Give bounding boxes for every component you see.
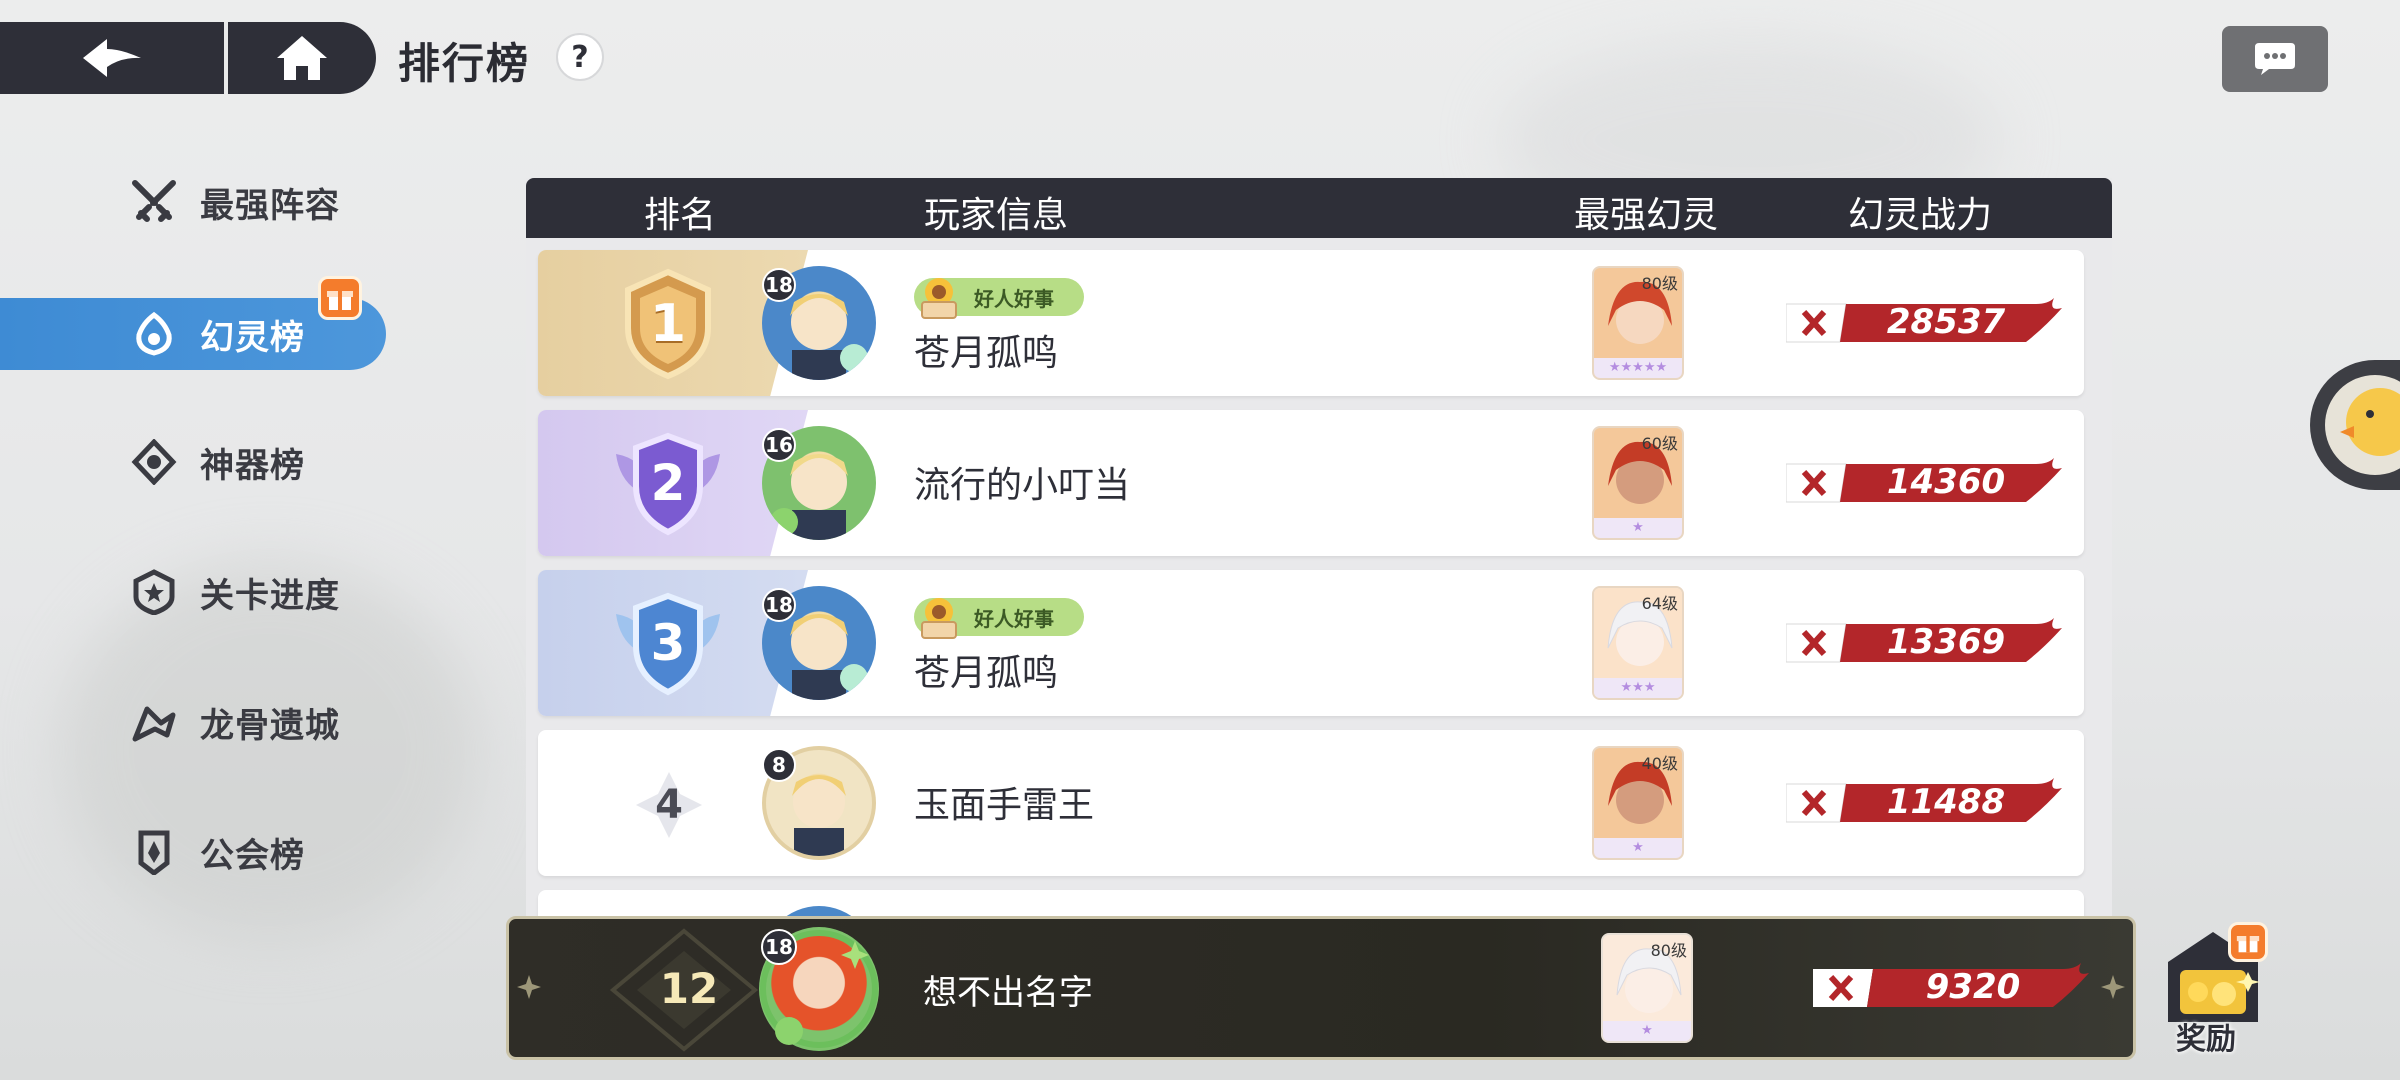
sidebar-item-spirit-ranking[interactable]: 幻灵榜 bbox=[0, 276, 386, 370]
sidebar-item-label: 公会榜 bbox=[200, 835, 305, 876]
spirit-stars: ★★★★★ bbox=[1594, 358, 1682, 378]
player-name: 流行的小叮当 bbox=[914, 465, 1131, 506]
my-level-badge: 18 bbox=[761, 929, 797, 965]
header-player-info: 玩家信息 bbox=[924, 195, 1069, 236]
chat-button[interactable] bbox=[2222, 26, 2328, 92]
sidebar-item-artifact-ranking[interactable]: 神器榜 bbox=[0, 426, 386, 498]
reward-label: 奖励 bbox=[2176, 1022, 2236, 1057]
spirit-stars: ★ bbox=[1594, 518, 1682, 538]
guild-banner-icon bbox=[128, 826, 180, 878]
top-navigation bbox=[0, 22, 376, 94]
header-strongest-spirit: 最强幻灵 bbox=[1574, 195, 1719, 236]
sidebar-item-label: 关卡进度 bbox=[200, 575, 340, 616]
spirit-level: 40级 bbox=[1641, 754, 1678, 773]
spirit-stars: ★ bbox=[1594, 838, 1682, 858]
table-row[interactable]: 4 8 玉面手雷王 40级 ★ 11488 bbox=[538, 730, 2084, 876]
rank-medal-gold: 1 bbox=[608, 264, 728, 384]
back-arrow-icon bbox=[83, 39, 141, 77]
rank-number: 1 bbox=[649, 294, 687, 354]
rank-plain: 4 bbox=[634, 770, 704, 840]
spirit-card[interactable]: 40级 ★ bbox=[1592, 746, 1684, 860]
sidebar-item-guild-ranking[interactable]: 公会榜 bbox=[0, 816, 386, 888]
help-button[interactable]: ? bbox=[556, 33, 604, 81]
spirit-card[interactable]: 80级 ★★★★★ bbox=[1592, 266, 1684, 380]
player-level-badge: 18 bbox=[762, 588, 796, 622]
title-tag-text: 好人好事 bbox=[974, 606, 1054, 631]
spirit-icon bbox=[128, 308, 180, 360]
power-banner: 14360 bbox=[1785, 458, 2066, 508]
power-banner: 28537 bbox=[1785, 298, 2066, 348]
sidebar-item-strongest-lineup[interactable]: 最强阵容 bbox=[0, 166, 386, 238]
side-pet-button[interactable] bbox=[2310, 360, 2400, 490]
spirit-stars: ★ bbox=[1603, 1021, 1691, 1041]
spirit-level: 80级 bbox=[1650, 941, 1687, 960]
ornament-star-icon bbox=[2101, 975, 2125, 999]
power-value: 11488 bbox=[1886, 782, 2006, 822]
spirit-card[interactable]: 64级 ★★★ bbox=[1592, 586, 1684, 700]
gift-icon bbox=[2228, 922, 2268, 962]
power-value: 28537 bbox=[1886, 302, 2006, 342]
sidebar-item-label: 神器榜 bbox=[200, 445, 305, 486]
power-value: 9320 bbox=[1925, 967, 2021, 1007]
title-tag: 好人好事 bbox=[914, 278, 1084, 319]
table-header: 排名 玩家信息 最强幻灵 幻灵战力 bbox=[526, 178, 2112, 238]
sidebar-item-dragon-bone-city[interactable]: 龙骨遗城 bbox=[0, 686, 386, 758]
spirit-level: 60级 bbox=[1641, 434, 1678, 453]
my-player-name: 想不出名字 bbox=[923, 973, 1093, 1013]
power-value: 13369 bbox=[1886, 622, 2006, 662]
table-row[interactable]: 1 18 好人好事 苍月孤鸣 80级 ★★★★★ 28537 bbox=[538, 250, 2084, 396]
table-row[interactable] bbox=[538, 890, 2084, 918]
player-level-badge: 8 bbox=[762, 748, 796, 782]
rank-number: 2 bbox=[650, 454, 686, 512]
home-button[interactable] bbox=[228, 22, 376, 94]
power-banner: 9320 bbox=[1813, 963, 2093, 1013]
sunflower-icon bbox=[914, 592, 964, 642]
title-tag: 好人好事 bbox=[914, 598, 1084, 639]
rank-number: 3 bbox=[650, 614, 686, 672]
player-level-badge: 16 bbox=[762, 428, 796, 462]
rank-medal-purple: 2 bbox=[608, 424, 728, 544]
crossed-swords-icon bbox=[128, 176, 180, 228]
my-rank-bar[interactable]: 12 18 想不出名字 80级 ★ 9320 bbox=[506, 916, 2136, 1060]
player-name: 苍月孤鸣 bbox=[914, 333, 1059, 374]
table-row[interactable]: 3 18 好人好事 苍月孤鸣 64级 ★★★ 13369 bbox=[538, 570, 2084, 716]
spirit-stars: ★★★ bbox=[1594, 678, 1682, 698]
sidebar-item-label: 幻灵榜 bbox=[200, 317, 305, 358]
sidebar-item-stage-progress[interactable]: 关卡进度 bbox=[0, 556, 386, 628]
chat-bubble-icon bbox=[2255, 43, 2295, 75]
table-row[interactable]: 2 16 流行的小叮当 60级 ★ 14360 bbox=[538, 410, 2084, 556]
spirit-level: 64级 bbox=[1641, 594, 1678, 613]
header-rank: 排名 bbox=[644, 195, 717, 236]
back-button[interactable] bbox=[0, 22, 224, 94]
my-spirit-card[interactable]: 80级 ★ bbox=[1601, 933, 1693, 1043]
sidebar-item-label: 龙骨遗城 bbox=[200, 705, 340, 746]
duck-icon bbox=[2325, 375, 2400, 475]
rank-medal-blue: 3 bbox=[608, 584, 728, 704]
power-banner: 11488 bbox=[1785, 778, 2066, 828]
ornament-star-icon bbox=[517, 975, 541, 999]
title-tag-text: 好人好事 bbox=[974, 286, 1054, 311]
power-value: 14360 bbox=[1886, 462, 2006, 502]
spirit-card[interactable]: 60级 ★ bbox=[1592, 426, 1684, 540]
page-title: 排行榜 bbox=[398, 39, 531, 88]
star-shield-icon bbox=[128, 566, 180, 618]
spirit-level: 80级 bbox=[1641, 274, 1678, 293]
player-name: 玉面手雷王 bbox=[914, 785, 1095, 826]
home-icon bbox=[277, 36, 327, 80]
sunflower-icon bbox=[914, 272, 964, 322]
power-banner: 13369 bbox=[1785, 618, 2066, 668]
ranking-table: 排名 玩家信息 最强幻灵 幻灵战力 1 18 好人好事 苍月孤鸣 80级 ★★★… bbox=[526, 178, 2112, 918]
dragon-icon bbox=[128, 696, 180, 748]
rank-number: 4 bbox=[655, 782, 683, 828]
sidebar-item-label: 最强阵容 bbox=[200, 185, 340, 226]
artifact-icon bbox=[128, 436, 180, 488]
player-level-badge: 18 bbox=[762, 268, 796, 302]
player-name: 苍月孤鸣 bbox=[914, 653, 1059, 694]
gift-icon bbox=[318, 276, 362, 320]
header-spirit-power: 幻灵战力 bbox=[1848, 195, 1993, 236]
